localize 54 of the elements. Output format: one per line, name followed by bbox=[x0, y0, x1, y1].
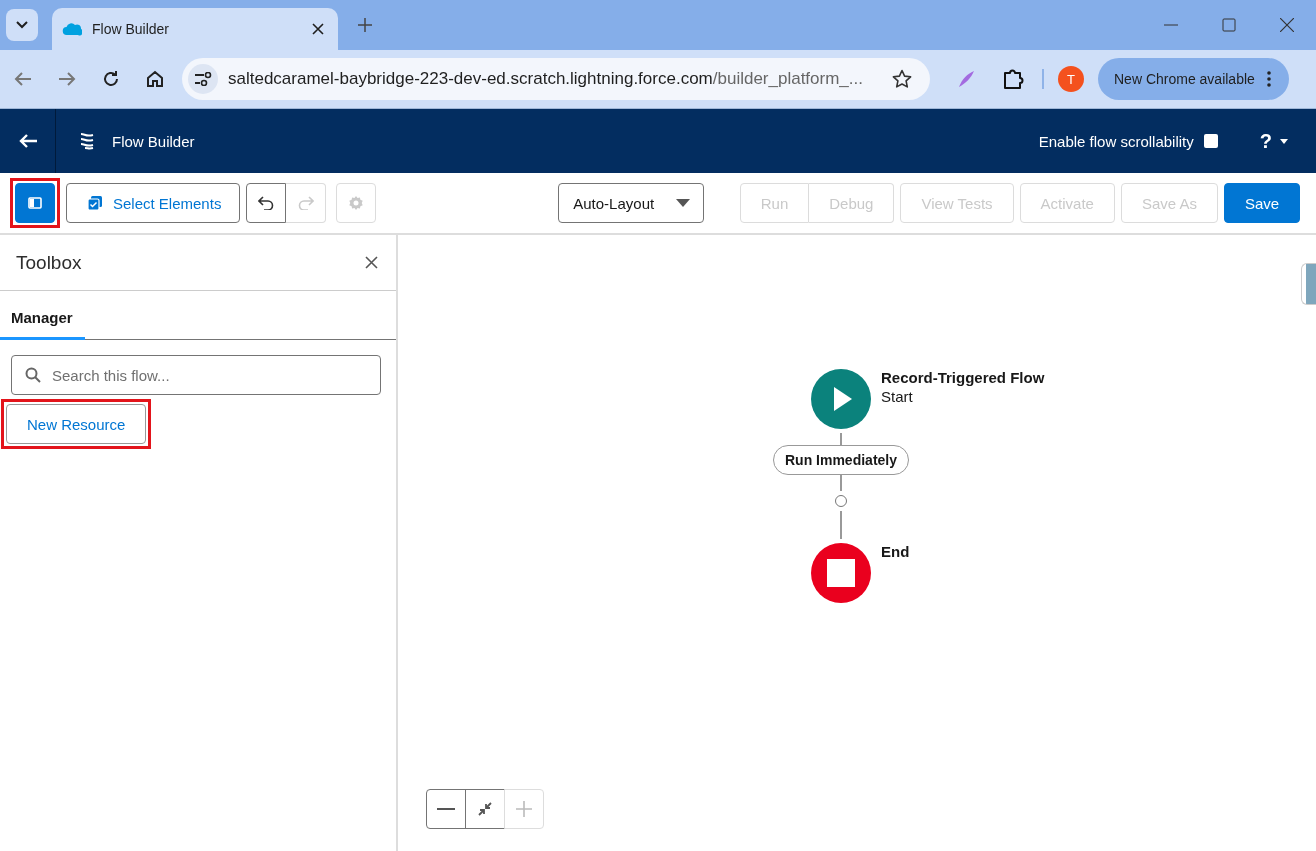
node-title: Record-Triggered Flow bbox=[881, 369, 1045, 386]
search-field[interactable]: Search this flow... bbox=[11, 355, 381, 395]
stop-icon[interactable] bbox=[811, 543, 871, 603]
plus-icon[interactable] bbox=[358, 18, 372, 32]
select-elements-button[interactable]: Select Elements bbox=[66, 183, 241, 223]
update-chrome-button[interactable]: New Chrome available bbox=[1098, 58, 1289, 100]
address-bar[interactable]: saltedcaramel-baybridge-223-dev-ed.scratch.lightning.force.com/builder_platform_... bbox=[182, 58, 930, 100]
panel-tab[interactable]: Manager bbox=[0, 291, 85, 340]
more-options-icon[interactable] bbox=[1266, 71, 1271, 87]
redo-icon bbox=[297, 196, 314, 210]
site-info-icon[interactable] bbox=[188, 64, 218, 94]
puzzle-piece-icon[interactable] bbox=[1002, 68, 1024, 90]
zoom-out-button[interactable] bbox=[426, 789, 466, 829]
node-title: End bbox=[881, 543, 910, 560]
app-title: Flow Builder bbox=[112, 132, 195, 150]
profile-avatar[interactable]: T bbox=[1058, 66, 1084, 92]
side-panel-tab[interactable] bbox=[1301, 263, 1316, 305]
help-menu-button[interactable]: ? bbox=[1253, 128, 1294, 154]
url-text: saltedcaramel-baybridge-223-dev-ed.scratch.lightning.force.com/builder_platform_... bbox=[228, 69, 864, 89]
checkbox-stack-icon bbox=[87, 195, 103, 211]
close-icon[interactable] bbox=[1280, 18, 1294, 32]
toolbar-button[interactable]: Save bbox=[1224, 183, 1300, 223]
feather-icon[interactable] bbox=[956, 69, 976, 89]
connector-dot[interactable] bbox=[835, 495, 847, 507]
undo-button[interactable] bbox=[246, 183, 287, 223]
tab-list-button[interactable] bbox=[6, 9, 38, 41]
flow-logo-icon bbox=[78, 132, 96, 150]
star-icon[interactable] bbox=[892, 69, 912, 89]
caret-down-icon bbox=[1280, 138, 1288, 144]
layout-dropdown[interactable]: Auto-Layout bbox=[557, 183, 704, 223]
scrollability-label: Enable flow scrollability bbox=[1038, 132, 1194, 150]
search-icon bbox=[25, 367, 41, 383]
chevron-down-icon bbox=[16, 21, 28, 29]
plus-icon bbox=[516, 801, 532, 817]
cloud-icon bbox=[62, 22, 82, 36]
browser-tab[interactable]: Flow Builder bbox=[52, 8, 338, 50]
undo-icon bbox=[258, 196, 275, 210]
minus-icon bbox=[437, 808, 455, 810]
panel-title: Toolbox bbox=[16, 251, 82, 274]
collapse-arrows-icon bbox=[478, 802, 492, 816]
reload-icon[interactable] bbox=[102, 70, 120, 88]
fit-to-view-button[interactable] bbox=[465, 789, 505, 829]
panel-icon bbox=[28, 197, 42, 209]
home-icon[interactable] bbox=[146, 70, 164, 88]
node-subtitle: Start bbox=[881, 388, 914, 405]
tab-title: Flow Builder bbox=[92, 21, 171, 37]
new-resource-button[interactable]: New Resource bbox=[6, 404, 147, 444]
caret-down-icon bbox=[676, 199, 691, 207]
gear-icon bbox=[348, 195, 365, 211]
forward-arrow-icon[interactable] bbox=[58, 71, 76, 87]
play-icon[interactable] bbox=[811, 369, 871, 429]
close-icon[interactable] bbox=[365, 256, 378, 269]
scrollability-checkbox[interactable] bbox=[1203, 134, 1218, 148]
close-icon[interactable] bbox=[312, 23, 324, 35]
